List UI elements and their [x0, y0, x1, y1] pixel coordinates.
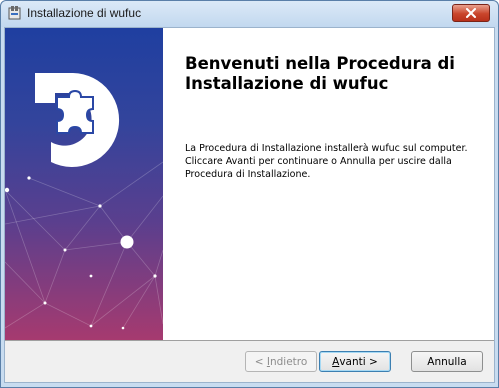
- welcome-banner-image: [5, 28, 163, 340]
- next-button[interactable]: Avanti >: [319, 351, 391, 372]
- next-button-rest: vanti >: [339, 355, 378, 368]
- close-button[interactable]: [452, 4, 490, 22]
- welcome-heading-line1: Benvenuti nella Procedura di: [185, 54, 455, 73]
- next-button-accel: A: [332, 355, 340, 368]
- welcome-description: La Procedura di Installazione installerà…: [185, 142, 485, 181]
- back-button[interactable]: < Indietro: [245, 351, 317, 372]
- cancel-button[interactable]: Annulla: [411, 351, 483, 372]
- welcome-description-line2: Cliccare Avanti per continuare o Annulla…: [185, 156, 452, 167]
- installer-app-icon: [8, 6, 21, 20]
- close-icon: [466, 8, 476, 18]
- dialog-button-bar: < Indietro Avanti > Annulla: [5, 340, 494, 382]
- back-button-prefix: <: [254, 355, 267, 368]
- wufuc-logo-icon: [35, 73, 120, 167]
- installer-window: Installazione di wufuc Benvenuti nella P…: [0, 0, 499, 388]
- welcome-description-line3: Procedura di Installazione.: [185, 169, 311, 180]
- back-button-rest: ndietro: [269, 355, 308, 368]
- window-title: Installazione di wufuc: [27, 6, 142, 20]
- welcome-heading: Benvenuti nella Procedura di Installazio…: [185, 54, 485, 94]
- welcome-description-line1: La Procedura di Installazione installerà…: [185, 143, 468, 154]
- title-bar[interactable]: Installazione di wufuc: [1, 1, 498, 27]
- banner-network-graphic: [5, 73, 163, 330]
- dialog-client-area: Benvenuti nella Procedura di Installazio…: [4, 27, 495, 383]
- welcome-heading-line2: Installazione di wufuc: [185, 74, 389, 93]
